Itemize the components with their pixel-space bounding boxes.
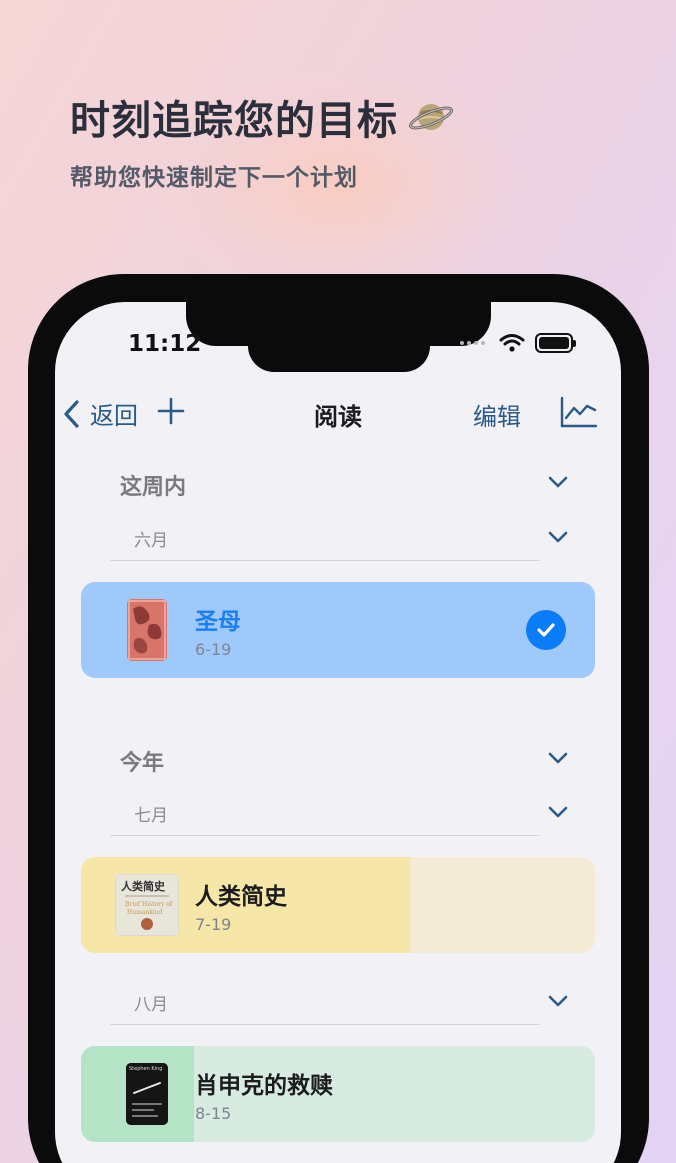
promo-subline: 帮助您快速制定下一个计划 (70, 165, 358, 191)
month-title-august: 八月 (134, 995, 168, 1015)
book-card-shawshank[interactable]: Stephen King 肖申克的救赎 8-15 (81, 1046, 595, 1142)
book-cover-shawshank: Stephen King (126, 1063, 168, 1125)
edit-button[interactable]: 编辑 (473, 397, 521, 432)
month-title-july: 七月 (134, 806, 168, 826)
book-card-sapiens[interactable]: Brief History of Humankind 人类简史 人类简史 7-1… (81, 857, 595, 953)
status-icons (460, 333, 576, 353)
chevron-left-icon (64, 399, 79, 428)
signal-dots-icon (460, 341, 485, 345)
book-date: 8-15 (195, 1104, 232, 1123)
page-title: 阅读 (314, 403, 362, 431)
book-date: 6-19 (195, 640, 232, 659)
svg-text:Humankind: Humankind (127, 909, 163, 916)
book-cover-shengmu (127, 599, 167, 661)
chevron-down-icon (548, 752, 568, 764)
month-july-toggle[interactable] (547, 804, 569, 824)
completed-check-icon[interactable] (526, 610, 566, 650)
battery-icon (535, 333, 576, 353)
divider (110, 1024, 540, 1025)
book-title: 人类简史 (195, 884, 287, 910)
line-chart-icon (560, 396, 598, 428)
book-title: 圣母 (195, 609, 241, 635)
back-button[interactable]: 返回 (62, 396, 138, 431)
promo-headline-text: 时刻追踪您的目标 (70, 98, 398, 144)
month-june-toggle[interactable] (547, 529, 569, 549)
section-week-toggle[interactable] (547, 474, 569, 494)
wifi-icon (499, 334, 525, 352)
cover-title-text: 人类简史 (121, 880, 165, 893)
back-label: 返回 (90, 402, 138, 430)
status-time: 11:12 (128, 331, 202, 357)
chevron-down-icon (548, 995, 568, 1007)
dynamic-island (248, 320, 430, 372)
divider (110, 835, 540, 836)
month-title-june: 六月 (134, 531, 168, 551)
book-title: 肖申克的救赎 (195, 1073, 333, 1099)
section-title-year: 今年 (120, 751, 165, 776)
chevron-down-icon (548, 806, 568, 818)
svg-text:Brief History of: Brief History of (125, 901, 173, 908)
section-year-toggle[interactable] (547, 750, 569, 770)
book-card-shengmu[interactable]: 圣母 6-19 (81, 582, 595, 678)
chevron-down-icon (548, 531, 568, 543)
book-date: 7-19 (195, 915, 232, 934)
divider (110, 560, 540, 561)
chart-button[interactable] (560, 396, 598, 432)
chevron-down-icon (548, 476, 568, 488)
promo-headline: 时刻追踪您的目标 (70, 88, 454, 146)
add-button[interactable] (156, 396, 186, 430)
cover-author-text: Stephen King (129, 1066, 163, 1072)
plus-icon (157, 397, 185, 425)
month-august-toggle[interactable] (547, 993, 569, 1013)
planet-icon (408, 94, 454, 140)
book-cover-sapiens: Brief History of Humankind 人类简史 (115, 874, 179, 936)
section-title-week: 这周内 (120, 475, 187, 500)
